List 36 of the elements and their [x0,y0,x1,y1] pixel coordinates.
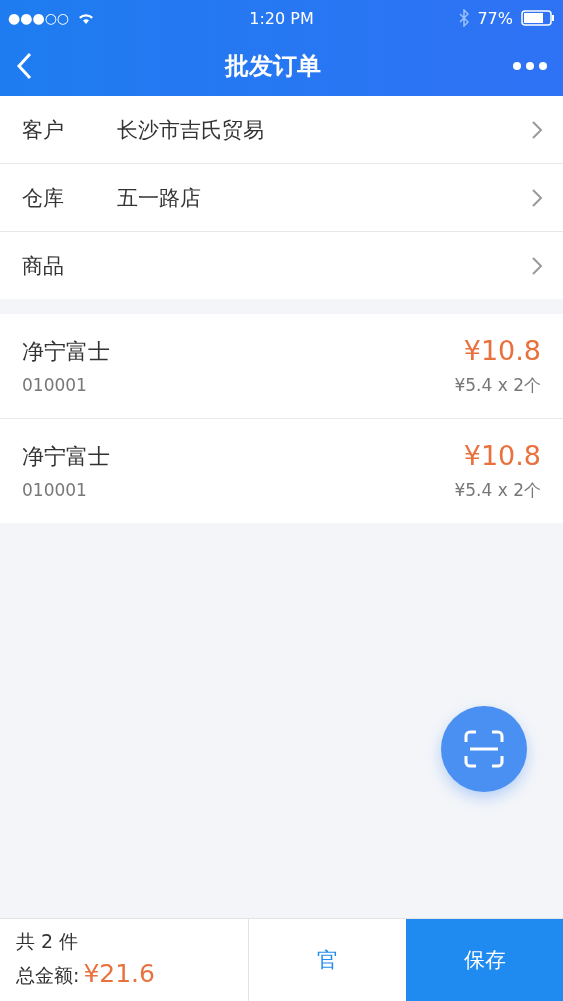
page-title: 批发订单 [224,51,321,82]
product-code: 010001 [22,480,87,500]
form-row[interactable]: 商品 [0,232,563,299]
field-value: 长沙市吉氏贸易 [117,117,264,142]
status-time: 1:20 PM [249,8,314,28]
product-total: ¥10.8 [463,335,541,366]
field-label: 商品 [22,252,65,280]
scan-icon [464,730,504,768]
product-name: 净宁富士 [22,338,110,366]
scan-button[interactable] [441,706,527,792]
form-row[interactable]: 客户 长沙市吉氏贸易 [0,96,563,164]
unit-price: ¥5.4 x 2个 [454,374,541,397]
chevron-right-icon [531,187,543,208]
product-code: 010001 [22,375,87,395]
form-row[interactable]: 仓库 五一路店 [0,164,563,232]
field-value: 五一路店 [117,185,201,210]
signal-dots: ●●●○○ [8,10,70,26]
more-icon[interactable] [513,62,547,70]
total-amount: ¥21.6 [83,959,155,988]
product-total: ¥10.8 [463,440,541,471]
unit-price: ¥5.4 x 2个 [454,479,541,502]
product-name: 净宁富士 [22,443,110,471]
wifi-icon [77,11,96,25]
total-label: 总金额: [16,963,80,988]
product-row[interactable]: 净宁富士 010001 ¥10.8 ¥5.4 x 2个 [0,419,563,523]
battery-icon [521,10,555,26]
save-button[interactable]: 保存 [406,919,563,1001]
battery-percent: 77% [477,8,513,28]
field-label: 客户 [22,116,65,144]
field-label: 仓库 [22,184,65,212]
product-row[interactable]: 净宁富士 010001 ¥10.8 ¥5.4 x 2个 [0,314,563,419]
chevron-right-icon [531,119,543,140]
chevron-right-icon [531,255,543,276]
back-icon[interactable] [16,52,32,80]
bluetooth-icon [459,9,470,27]
item-count: 共 2 件 [16,929,80,954]
